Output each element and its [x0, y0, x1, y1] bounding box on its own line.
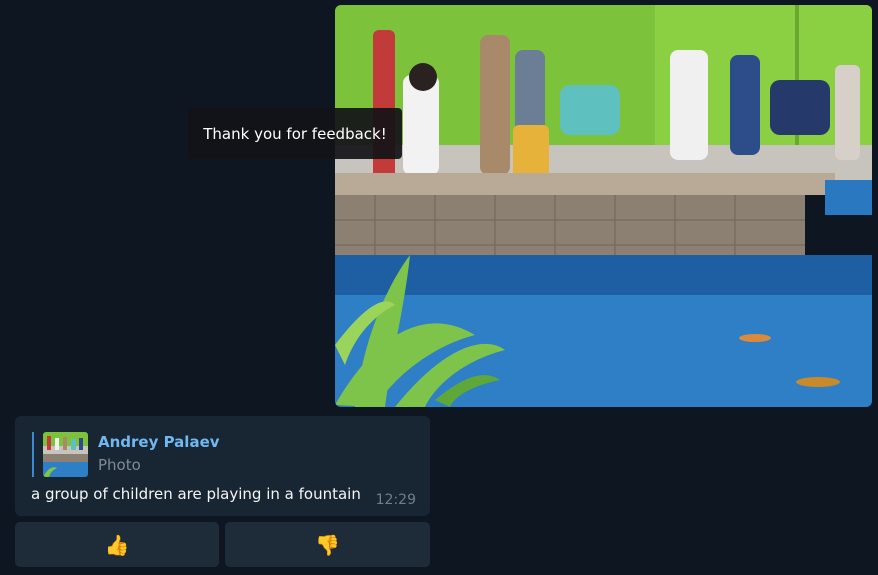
thumbs-down-button[interactable]: 👎 — [225, 522, 430, 567]
reply-author: Andrey Palaev — [98, 433, 220, 451]
feedback-toast: Thank you for feedback! — [188, 108, 402, 159]
message-bubble[interactable]: Andrey Palaev Photo a group of children … — [15, 416, 430, 516]
thumbs-up-icon: 👍 — [104, 532, 130, 557]
reply-preview[interactable]: Andrey Palaev Photo — [32, 432, 412, 477]
thumbs-up-button[interactable]: 👍 — [15, 522, 219, 567]
message-time: 12:29 — [375, 492, 416, 508]
thumbs-down-icon: 👎 — [315, 532, 340, 557]
reply-thumbnail — [43, 432, 88, 477]
photo-message[interactable] — [335, 5, 872, 407]
reply-media-type: Photo — [98, 456, 141, 474]
message-text: a group of children are playing in a fou… — [31, 485, 361, 503]
toast-text: Thank you for feedback! — [203, 124, 387, 143]
fountain-photo — [335, 5, 872, 407]
